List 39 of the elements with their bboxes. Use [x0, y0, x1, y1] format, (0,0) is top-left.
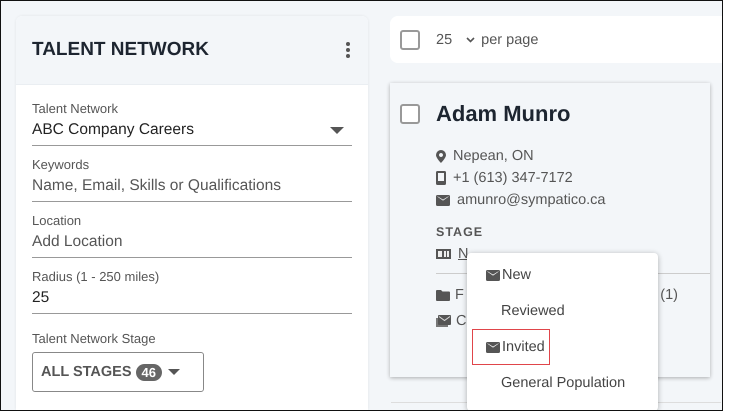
info-text: C — [456, 313, 466, 329]
mail-icon — [486, 342, 500, 352]
chevron-icon — [466, 36, 476, 42]
caret-icon — [330, 126, 344, 134]
candidate-name: Adam Munro — [436, 101, 572, 127]
menu-item[interactable]: Invited — [472, 329, 550, 365]
item-count: (1) — [660, 287, 678, 303]
field-label: Radius (1 - 250 miles) — [32, 269, 160, 284]
candidate-location: Nepean, ON — [453, 148, 534, 164]
menu-item[interactable]: New — [472, 257, 536, 293]
mail-icon — [486, 270, 500, 280]
field-label: Location — [32, 213, 82, 228]
candidate-phone: +1 (613) 347-7172 — [453, 170, 573, 186]
menu-item[interactable]: Reviewed — [472, 293, 570, 329]
panel-title: TALENT NETWORK — [32, 39, 209, 61]
field-label: Talent Network Stage — [32, 331, 157, 346]
phone-icon — [436, 171, 446, 185]
envelopes-icon — [436, 315, 451, 327]
input-field[interactable]: Name, Email, Skills or Qualifications — [32, 177, 352, 201]
select-all-checkbox[interactable] — [400, 30, 420, 50]
field-label: Keywords — [32, 157, 90, 172]
field-label: Talent Network — [32, 101, 119, 116]
id-card-icon — [436, 249, 451, 259]
network-select[interactable]: ABC Company Careers — [32, 121, 352, 145]
mail-icon — [436, 194, 450, 206]
stage-dropdown[interactable]: ALL STAGES 46 — [32, 352, 204, 392]
caret-icon — [168, 369, 180, 375]
input-field[interactable]: 25 — [32, 289, 352, 313]
stage-label: STAGE — [436, 225, 484, 241]
stage-link[interactable]: N — [458, 246, 468, 262]
candidate-checkbox[interactable] — [400, 104, 420, 124]
location-pin-icon — [436, 150, 446, 162]
count-badge: 46 — [136, 364, 162, 380]
info-text: F — [455, 287, 464, 303]
input-field[interactable]: Add Location — [32, 233, 352, 257]
candidate-email: amunro@sympatico.ca — [457, 192, 606, 208]
folder-icon — [436, 290, 450, 300]
menu-item[interactable]: General Population — [472, 365, 630, 401]
per-page-select[interactable]: 25 per page — [436, 32, 538, 48]
